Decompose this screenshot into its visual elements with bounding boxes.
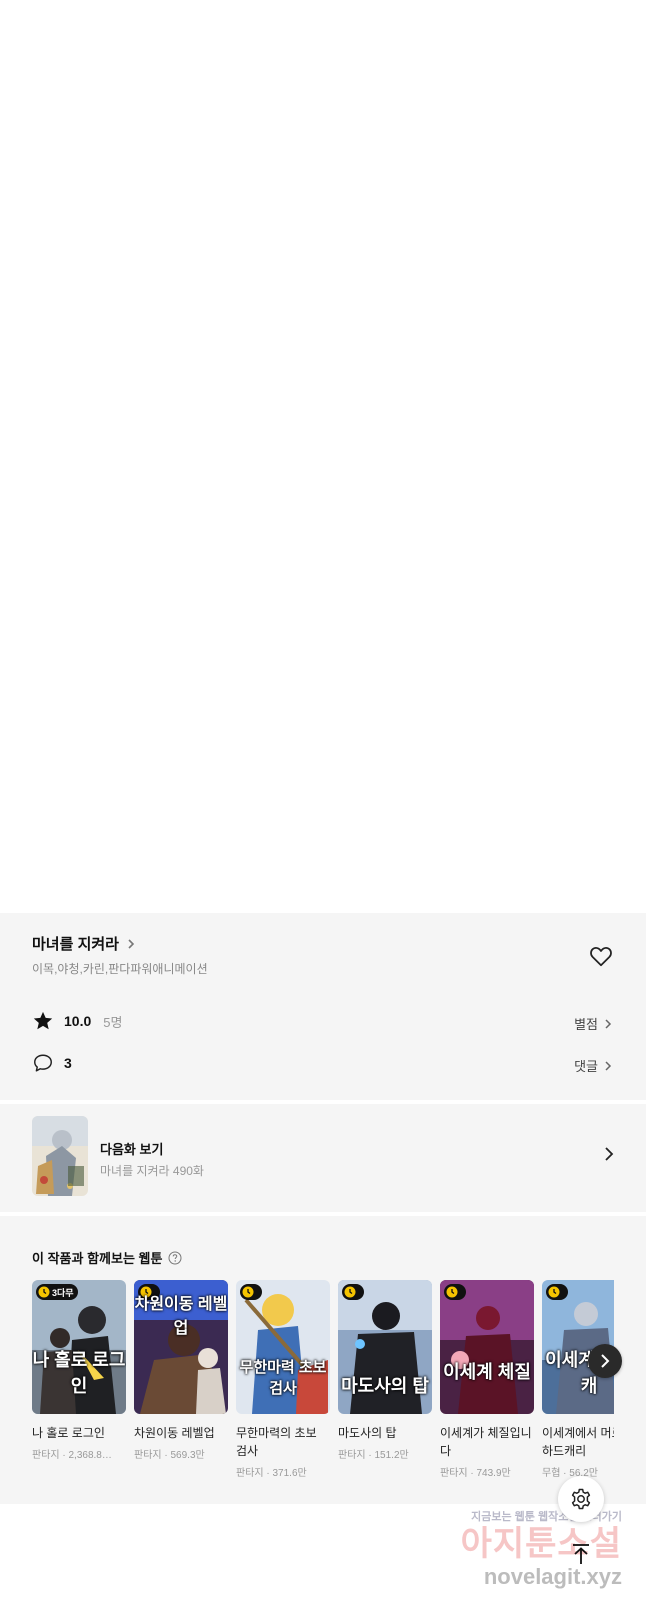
scroll-to-top-button[interactable] (565, 1538, 597, 1570)
recommendation-views: 569.3만 (170, 1450, 205, 1461)
clock-icon (38, 1286, 50, 1298)
recommendation-views: 2,368.8… (68, 1450, 112, 1461)
carousel-next-button[interactable] (588, 1344, 622, 1378)
recommendation-title: 이세계가 체질입니다 (440, 1426, 532, 1458)
rate-label: 별점 (574, 1017, 598, 1032)
chevron-right-icon (605, 1060, 612, 1071)
comic-page-blank-area (0, 0, 646, 913)
rating-count: 5명 (103, 1014, 123, 1030)
recommendation-card[interactable]: 이세계 체질 이세계가 체질입니다 판타지 · 743.9만 (440, 1280, 534, 1479)
comments-label: 댓글 (574, 1059, 598, 1074)
chevron-right-icon (605, 1018, 612, 1029)
recommendation-card[interactable]: 3다무 나 홀로 로그인 나 홀로 로그인 판타지 · 2,368.8… (32, 1280, 126, 1461)
badge-text: 3다무 (52, 1287, 74, 1298)
recommendation-meta: 판타지 · 743.9만 (440, 1468, 511, 1479)
wait-free-badge (546, 1284, 568, 1300)
cover-title-art: 이세계 체질 (443, 1362, 531, 1382)
recommendations-header: 이 작품과 함께보는 웹툰 (32, 1248, 182, 1267)
recommendation-genre: 판타지 (32, 1450, 60, 1461)
cover-title-art: 무한마력 초보검사 (239, 1359, 327, 1397)
recommendation-cover: 무한마력 초보검사 (236, 1280, 330, 1414)
wait-free-badge: 3다무 (36, 1284, 78, 1300)
speech-bubble-icon (34, 1054, 52, 1072)
recommendation-title: 무한마력의 초보 검사 (236, 1426, 317, 1458)
recommendation-cover: 3다무 나 홀로 로그인 (32, 1280, 126, 1414)
next-episode-thumbnail (32, 1116, 88, 1196)
recommendation-cover: 차원이동 레벨업 (134, 1280, 228, 1414)
star-icon (33, 1011, 53, 1030)
chevron-right-icon (601, 1354, 610, 1368)
recommendation-meta: 판타지 · 151.2만 (338, 1450, 409, 1461)
recommendations-carousel: 3다무 나 홀로 로그인 나 홀로 로그인 판타지 · 2,368.8… 차원이… (32, 1280, 614, 1480)
arrow-up-icon (573, 1544, 589, 1564)
recommendation-views: 743.9만 (476, 1468, 511, 1479)
clock-icon (242, 1286, 254, 1298)
rating-value: 10.0 (64, 1013, 92, 1029)
clock-icon (344, 1286, 356, 1298)
chevron-right-icon (128, 938, 135, 949)
recommendation-views: 151.2만 (374, 1450, 409, 1461)
recommendation-genre: 무협 (542, 1468, 561, 1479)
cover-title-art: 차원이동 레벨업 (134, 1296, 228, 1337)
series-info-panel: 마녀를 지켜라 이목,야청,카린,판다파워애니메이션 10.0 5명 별점 3 … (0, 913, 646, 1100)
comment-summary: 3 (32, 1052, 72, 1074)
series-title: 마녀를 지켜라 (32, 936, 119, 953)
clock-icon (446, 1286, 458, 1298)
recommendation-card[interactable]: 무한마력 초보검사 무한마력의 초보 검사 판타지 · 371.6만 (236, 1280, 330, 1479)
help-icon[interactable] (168, 1251, 182, 1265)
recommendation-genre: 판타지 (134, 1450, 162, 1461)
recommendation-meta: 판타지 · 2,368.8… (32, 1450, 112, 1461)
cover-title-art: 마도사의 탑 (341, 1376, 429, 1396)
heart-icon[interactable] (588, 943, 614, 969)
recommendation-meta: 판타지 · 371.6만 (236, 1468, 307, 1479)
rate-button[interactable]: 별점 (574, 1014, 614, 1033)
recommendation-cover: 마도사의 탑 (338, 1280, 432, 1414)
comments-button[interactable]: 댓글 (574, 1056, 614, 1075)
gear-icon (571, 1488, 591, 1510)
next-episode-subtitle: 마녀를 지켜라 490화 (100, 1164, 204, 1178)
recommendation-title: 나 홀로 로그인 (32, 1426, 105, 1440)
recommendation-views: 371.6만 (272, 1468, 307, 1479)
series-authors: 이목,야청,카린,판다파워애니메이션 (32, 962, 208, 976)
recommendation-card[interactable]: 이세계 하드캐 이세계에서 머로 하드캐리 무협 · 56.2만 (542, 1280, 614, 1479)
series-title-link[interactable]: 마녀를 지켜라 (32, 933, 137, 954)
recommendation-title: 이세계에서 머로 하드캐리 (542, 1426, 614, 1458)
recommendation-title: 마도사의 탑 (338, 1426, 397, 1440)
recommendation-genre: 판타지 (338, 1450, 366, 1461)
recommendation-card[interactable]: 마도사의 탑 마도사의 탑 판타지 · 151.2만 (338, 1280, 432, 1461)
clock-icon (548, 1286, 560, 1298)
next-episode-label: 다음화 보기 (100, 1142, 164, 1157)
recommendation-genre: 판타지 (440, 1468, 468, 1479)
wait-free-badge (342, 1284, 364, 1300)
cover-title-art: 나 홀로 로그인 (32, 1350, 126, 1396)
comment-count: 3 (64, 1055, 72, 1071)
wait-free-badge (444, 1284, 466, 1300)
rating-summary: 10.0 5명 (32, 1010, 122, 1032)
recommendation-title: 차원이동 레벨업 (134, 1426, 215, 1440)
recommendation-meta: 판타지 · 569.3만 (134, 1450, 205, 1461)
recommendation-cover: 이세계 체질 (440, 1280, 534, 1414)
recommendation-card[interactable]: 차원이동 레벨업 차원이동 레벨업 판타지 · 569.3만 (134, 1280, 228, 1461)
recommendation-genre: 판타지 (236, 1468, 264, 1479)
recommendations-title: 이 작품과 함께보는 웹툰 (32, 1251, 163, 1266)
recommendations-section: 이 작품과 함께보는 웹툰 3다무 나 홀로 로그인 나 홀로 로그인 판타지 … (0, 1216, 646, 1504)
settings-button[interactable] (558, 1476, 604, 1522)
wait-free-badge (240, 1284, 262, 1300)
next-episode-card[interactable]: 다음화 보기 마녀를 지켜라 490화 (0, 1104, 646, 1212)
chevron-right-icon (605, 1147, 614, 1161)
